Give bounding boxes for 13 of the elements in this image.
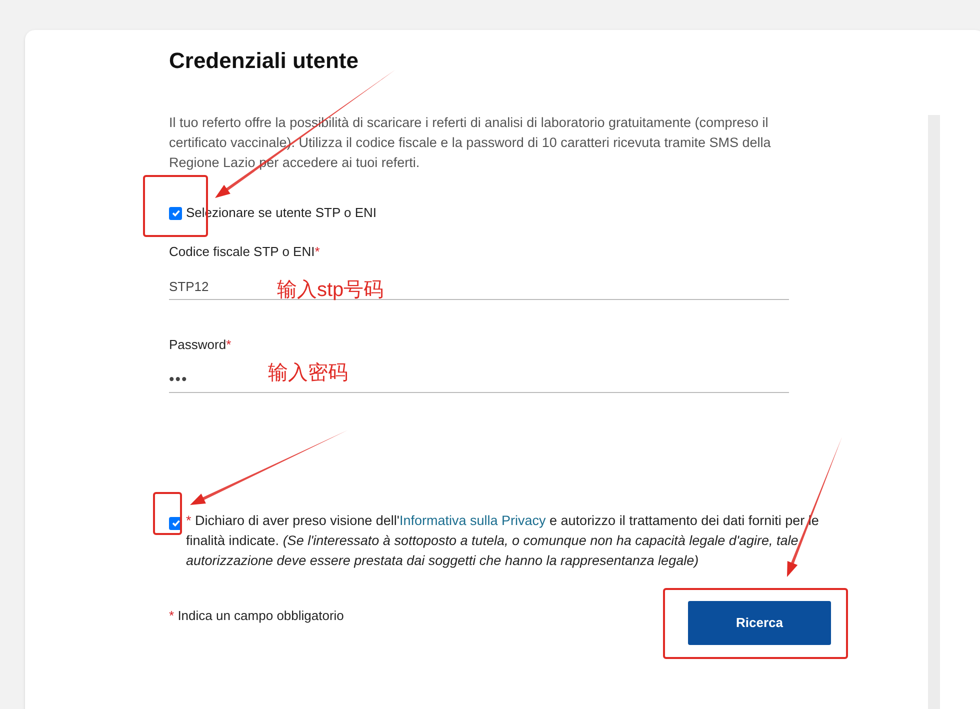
annotation-text: 输入stp号码 [277, 278, 384, 303]
required-note: * Indica un campo obbligatorio [169, 607, 344, 625]
page-title: Credenziali utente [169, 47, 360, 75]
consent-text: * Dichiaro di aver preso visione dell'Informativa sulla Privacy e autorizzo il trattamento dei dati forniti per le finalità indicate. (Se l'interessato à sottoposto a tutela, o comunque non ha capacità legale d'agire, tale autorizzazione deve essere prestata dai soggetti che hanno la rappresentanza legale) [186, 512, 820, 570]
checkbox[interactable] [169, 206, 182, 220]
search-button[interactable]: Ricerca [688, 601, 831, 645]
field-label: Password* [169, 336, 232, 354]
field-label: Codice fiscale STP o ENI* [169, 243, 321, 261]
input-field[interactable]: STP12 [169, 273, 259, 299]
privacy-link[interactable]: Informativa sulla Privacy [399, 513, 546, 528]
highlight-box [153, 492, 182, 535]
password-field[interactable]: ••• [169, 366, 259, 392]
annotation-text: 输入密码 [268, 361, 348, 386]
